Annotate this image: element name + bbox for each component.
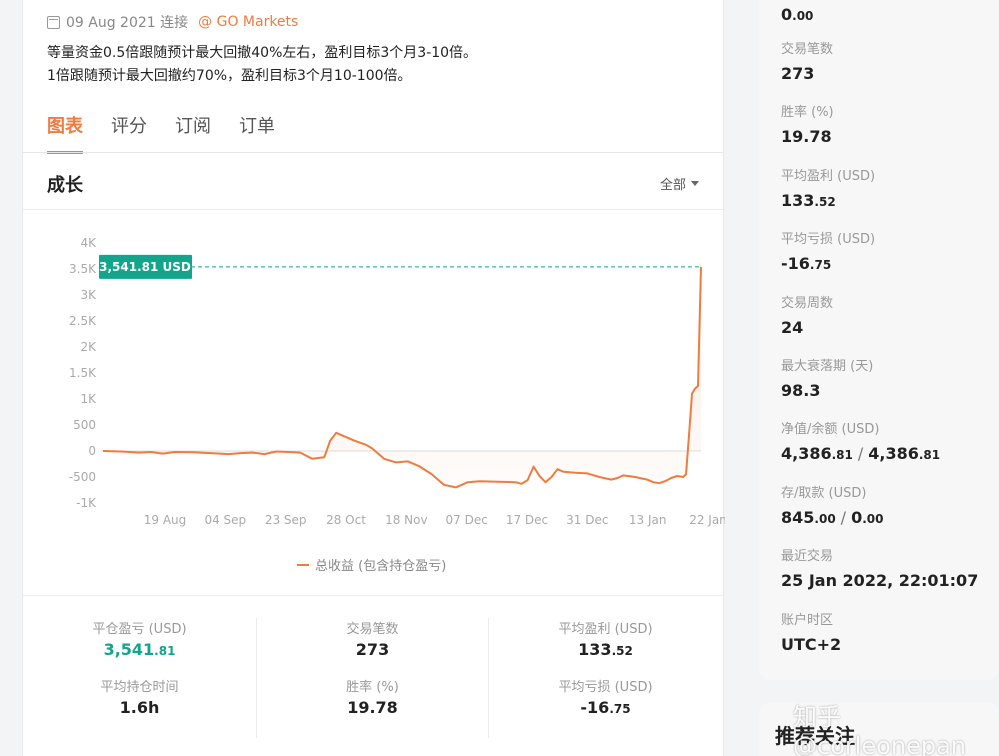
growth-chart: 4K 3.5K 3K 2.5K 2K 1.5K 1K 500 0 -500 -1K 19 Aug 04 … — [69, 236, 725, 527]
connect-date: 09 Aug 2021 连接 — [66, 15, 189, 31]
tab-subscribe[interactable]: 订阅 — [175, 112, 211, 152]
stat-label: 胜率 (%) — [346, 680, 399, 695]
sidebar-item-avg-loss: 平均亏损 (USD) -16.75 — [781, 232, 876, 273]
stat-value: 19.78 — [347, 698, 398, 717]
y-tick-label: 2K — [80, 340, 97, 354]
sidebar-item-avg-profit: 平均盈利 (USD) 133.52 — [781, 169, 876, 210]
stat-value: -16.75 — [580, 698, 631, 717]
stats-grid: 平仓盈亏 (USD) 3,541.81 平均持仓时间 1.6h 交易笔数 273… — [23, 595, 723, 756]
y-tick-label: 2.5K — [69, 314, 97, 328]
sidebar-top-value: 0.00 — [781, 5, 814, 24]
series-area — [103, 266, 701, 488]
x-tick-label: 04 Sep — [204, 513, 246, 527]
x-tick-label: 07 Dec — [446, 513, 488, 527]
calendar-icon — [47, 15, 60, 29]
stat-value: 3,541.81 — [103, 640, 176, 659]
stat-value: 133.52 — [578, 640, 633, 659]
stat-label: 平均盈利 (USD) — [558, 622, 653, 637]
y-tick-label: 1.5K — [69, 366, 97, 380]
x-tick-label: 17 Dec — [506, 513, 548, 527]
y-tick-label: 3.5K — [69, 262, 97, 276]
description-line: 1倍跟随预计最大回撤约70%，盈利目标3个月10-100倍。 — [47, 68, 412, 84]
card-title: 成长 — [47, 175, 83, 196]
stats-sidebar: 0.00 交易笔数 273 胜率 (%) 19.78 平均盈利 (USD) 13… — [759, 0, 999, 680]
y-tick-label: 4K — [80, 236, 97, 250]
y-tick-label: -1K — [76, 496, 97, 510]
watermark-text: 知乎 @corleonepan — [793, 703, 966, 756]
y-tick-label: 3K — [80, 288, 97, 302]
stat-label: 平仓盈亏 (USD) — [92, 622, 187, 637]
growth-card-header: 成长 全部 — [23, 152, 723, 210]
tab-orders[interactable]: 订单 — [239, 112, 275, 152]
broker-link[interactable]: @ GO Markets — [198, 14, 298, 30]
stat-label: 交易笔数 — [346, 622, 399, 637]
range-filter-dropdown[interactable]: 全部 — [660, 174, 699, 193]
sidebar-item-last-trade: 最近交易 25 Jan 2022, 22:01:07 — [781, 549, 979, 590]
sidebar-item-trades: 交易笔数 273 — [781, 42, 834, 83]
x-tick-label: 28 Oct — [326, 513, 366, 527]
current-value-label: 3,541.81 USD — [99, 260, 191, 274]
stat-value: 1.6h — [119, 698, 160, 717]
stat-label: 平均亏损 (USD) — [558, 680, 653, 695]
stat-label: 平均持仓时间 — [100, 680, 179, 695]
sidebar-item-weeks: 交易周数 24 — [781, 296, 834, 337]
chart-legend[interactable]: 总收益 (包含持仓盈亏) — [297, 555, 446, 574]
tab-rating[interactable]: 评分 — [111, 112, 147, 152]
y-tick-label: -500 — [69, 470, 96, 484]
x-tick-label: 31 Dec — [566, 513, 608, 527]
stat-value: 273 — [355, 640, 390, 659]
description-line: 等量资金0.5倍跟随预计最大回撤40%左右，盈利目标3个月3-10倍。 — [47, 45, 478, 61]
x-tick-label: 23 Sep — [265, 513, 307, 527]
legend-swatch — [297, 563, 309, 566]
x-tick-label: 18 Nov — [385, 513, 428, 527]
main-panel: 09 Aug 2021 连接 @ GO Markets 等量资金0.5倍跟随预计… — [22, 0, 725, 756]
legend-label: 总收益 (包含持仓盈亏) — [315, 559, 447, 574]
x-tick-label: 22 Jan — [689, 513, 725, 527]
stat-column: 交易笔数 273 胜率 (%) 19.78 — [256, 618, 489, 738]
stat-column: 平均盈利 (USD) 133.52 平均亏损 (USD) -16.75 — [489, 618, 722, 734]
meta-row: 09 Aug 2021 连接 @ GO Markets — [47, 12, 298, 32]
tab-bar: 图表 评分 订阅 订单 — [47, 112, 303, 154]
range-filter-label: 全部 — [659, 178, 686, 193]
sidebar-item-equity-balance: 净值/余额 (USD) 4,386.81/4,386.81 — [781, 422, 941, 463]
x-tick-label: 19 Aug — [144, 513, 187, 527]
sidebar-item-timezone: 账户时区 UTC+2 — [781, 613, 842, 654]
caret-down-icon — [691, 181, 699, 186]
sidebar-item-deposits: 存/取款 (USD) 845.00/0.00 — [781, 486, 884, 527]
x-tick-label: 13 Jan — [629, 513, 667, 527]
sidebar-item-max-drawdown-period: 最大衰落期 (天) 98.3 — [781, 359, 874, 400]
tab-chart[interactable]: 图表 — [47, 112, 83, 154]
strategy-description: 等量资金0.5倍跟随预计最大回撤40%左右，盈利目标3个月3-10倍。 1倍跟随… — [47, 42, 477, 88]
y-tick-label: 1K — [80, 392, 97, 406]
stat-column: 平仓盈亏 (USD) 3,541.81 平均持仓时间 1.6h — [23, 618, 256, 734]
y-tick-label: 500 — [73, 418, 96, 432]
sidebar-item-winrate: 胜率 (%) 19.78 — [781, 105, 834, 146]
y-tick-label: 0 — [88, 444, 96, 458]
